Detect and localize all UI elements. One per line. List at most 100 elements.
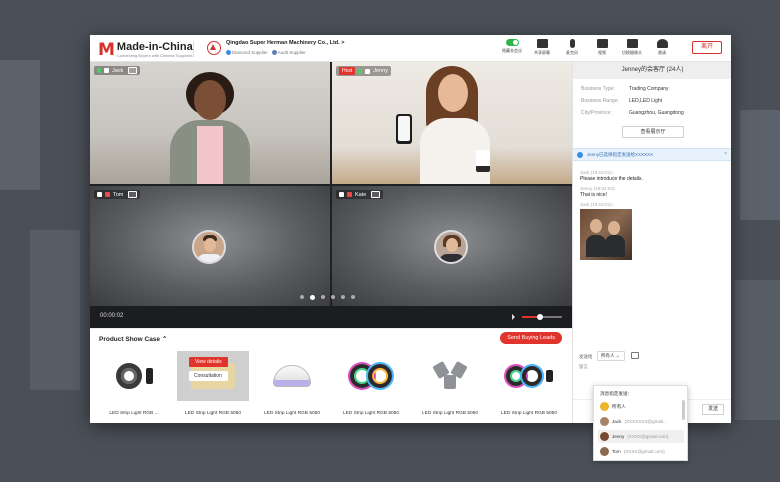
microphone-button[interactable]: 麦克风 — [560, 39, 584, 56]
video-tile-kate[interactable]: Kate — [332, 186, 572, 306]
leave-button[interactable]: 离开 — [692, 41, 722, 54]
room-title: Jenney的会客厅 (24人) — [573, 62, 731, 79]
product-name: LED Strip Light RGB 5050 — [185, 411, 241, 416]
info-row: Business Range: LED,LED Light — [581, 98, 663, 104]
video-tile-jack[interactable]: Jack — [90, 62, 330, 184]
led-strip-reel-icon — [98, 351, 170, 401]
diamond-icon — [226, 50, 231, 56]
page-dot[interactable] — [351, 295, 355, 299]
product-card[interactable]: LED Strip Light RGB 5050 — [256, 351, 328, 416]
view-showroom-button[interactable]: 查看展示厅 — [622, 126, 684, 138]
invite-button[interactable]: 邀请 — [650, 39, 674, 56]
company-logo-icon — [207, 41, 221, 55]
send-button[interactable]: 发送 — [702, 404, 724, 415]
camera-off-icon — [105, 192, 110, 197]
top-bar: M Made-in-China Connecting Buyers with C… — [90, 35, 731, 62]
rgb-strip-icon — [335, 351, 407, 401]
volume-control[interactable] — [512, 314, 562, 320]
brand-subtitle: Connecting Buyers with Chinese Suppliers — [116, 53, 193, 58]
chat-image[interactable] — [580, 209, 632, 260]
background-shape — [735, 280, 780, 420]
snapshot-icon — [626, 39, 638, 48]
avatar — [600, 447, 609, 456]
avatar-kate — [434, 230, 468, 264]
recipient-option-tom[interactable]: Tom (XXXX@gmail.com) — [598, 445, 684, 458]
recipient-dropdown: 消息指定发送： 所有人 Jack (XXXXXXX@gmail... Jenny… — [593, 385, 688, 461]
supplier-badges: Diamond Supplier Audit Supplier — [226, 50, 306, 56]
chat-message: Jack (19:18:01): Please introduce the de… — [580, 170, 728, 182]
video-tile-jenny[interactable]: Host Jenny — [332, 62, 572, 184]
led-strip-box-icon: View details Consultation — [177, 351, 249, 401]
view-details-button[interactable]: View details — [189, 357, 228, 367]
info-row: City/Province: Guangzhou, Guangdong — [581, 110, 684, 116]
side-panel: Jenney的会客厅 (24人) Business Type: Trading C… — [572, 62, 731, 423]
participant-name: Kate — [355, 191, 367, 198]
participant-tag: Kate — [336, 190, 384, 199]
notice-text: Jenny已选择指定发送给XXXXXX — [587, 152, 654, 157]
volume-knob[interactable] — [537, 314, 543, 320]
participant-name: Tom — [113, 191, 124, 198]
close-icon[interactable]: × — [724, 151, 727, 157]
mic-icon — [569, 39, 575, 48]
product-card[interactable]: LED Strip Light RGB 5050 — [335, 351, 407, 416]
background-shape — [740, 110, 780, 220]
participant-name: Jack — [112, 67, 124, 74]
recipient-option-jenny[interactable]: Jenny (XXXX@gmail.com) — [598, 430, 684, 443]
page-dot[interactable] — [341, 295, 345, 299]
made-in-china-logo[interactable]: M Made-in-China Connecting Buyers with C… — [98, 40, 193, 60]
product-name: LED Strip Light RGB ... — [109, 411, 159, 416]
switch-camera-button[interactable]: 切换摄像头 — [620, 39, 644, 56]
message-text: That is nice! — [580, 192, 607, 198]
chat-message: Jenny (19:01:54): That is nice! — [580, 186, 728, 198]
message-input[interactable]: 留言 — [579, 364, 588, 370]
contact-card-icon[interactable] — [128, 67, 138, 74]
info-icon — [577, 152, 583, 158]
image-upload-icon[interactable] — [631, 352, 639, 359]
product-card[interactable]: View details Consultation LED Strip Ligh… — [177, 351, 249, 416]
info-row: Business Type: Trading Company — [581, 86, 669, 92]
recipient-option-jack[interactable]: Jack (XXXXXXX@gmail... — [598, 415, 684, 428]
send-buying-leads-button[interactable]: Send Buying Leads — [500, 332, 562, 344]
speaker-icon[interactable] — [512, 314, 518, 320]
page-dot[interactable] — [331, 295, 335, 299]
volume-slider[interactable] — [522, 314, 562, 320]
invite-icon — [656, 39, 668, 48]
camera-off-icon — [347, 192, 352, 197]
showcase-title[interactable]: Product Show Case ⌃ — [99, 335, 167, 343]
contact-card-icon[interactable] — [371, 191, 381, 198]
page-dot[interactable] — [300, 295, 304, 299]
product-card[interactable]: LED Strip Light RGB 5050 — [414, 351, 486, 416]
mic-on-icon — [358, 68, 363, 74]
recipient-option-all[interactable]: 所有人 — [598, 400, 684, 413]
page-dot[interactable] — [321, 295, 325, 299]
product-list: LED Strip Light RGB ... View details Con… — [98, 351, 565, 416]
page-dot[interactable] — [310, 294, 315, 300]
participant-tag: Host Jenny — [336, 66, 391, 76]
notice-banner: Jenny已选择指定发送给XXXXXX × — [573, 148, 731, 161]
video-tile-tom[interactable]: Tom — [90, 186, 330, 306]
page-indicator — [300, 294, 355, 300]
consultation-button[interactable]: Consultation — [189, 371, 228, 381]
background-shape — [0, 60, 40, 190]
product-card[interactable]: LED Strip Light RGB 5050 — [493, 351, 565, 416]
product-name: LED Strip Light RGB 5050 — [264, 411, 320, 416]
hide-non-video-toggle[interactable]: 隐藏非会议 — [500, 39, 524, 56]
product-hover-actions: View details Consultation — [189, 357, 228, 381]
send-to-select[interactable]: 所有人 ⌄ — [597, 351, 625, 361]
mic-icon — [97, 192, 102, 197]
video-button[interactable]: 视频 — [590, 39, 614, 56]
camera-on-icon — [365, 68, 371, 74]
product-card[interactable]: LED Strip Light RGB ... — [98, 351, 170, 416]
meeting-timer: 00:00:02 — [100, 313, 124, 319]
participant-tag: Tom — [94, 190, 141, 199]
video-grid: Jack Host Jenny Tom Kate 00:00:02 — [90, 62, 572, 328]
contact-card-icon[interactable] — [128, 191, 138, 198]
screen-share-icon — [536, 39, 548, 48]
company-name[interactable]: Qingdao Super Herman Machinery Co., Ltd.… — [226, 40, 344, 46]
led-kit-icon — [493, 351, 565, 401]
chevron-right-icon: > — [341, 40, 345, 46]
dropdown-title: 消息指定发送： — [600, 391, 633, 396]
divider — [193, 41, 194, 57]
share-screen-button[interactable]: 共享屏幕 — [530, 39, 554, 56]
logo-mark-icon: M — [98, 40, 115, 60]
